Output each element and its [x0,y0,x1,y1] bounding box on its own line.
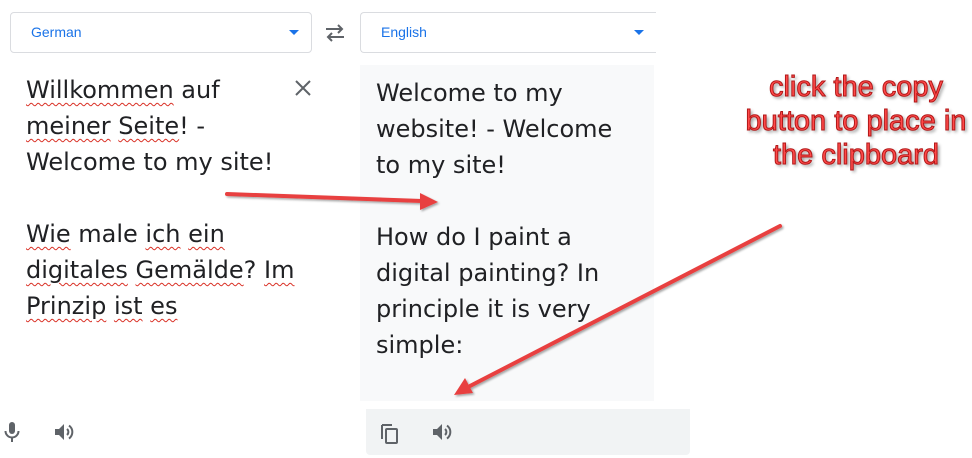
misspelled-word: Wie [26,220,71,248]
clear-source-button[interactable] [293,78,313,98]
speaker-icon [55,424,74,440]
source-text-input[interactable]: Willkommen auf meiner Seite! - Welcome t… [26,72,296,360]
misspelled-word: Prinzip [26,292,107,320]
target-language-label: English [381,24,427,40]
translation-paragraph: Welcome to my website! - Welcome to my s… [376,79,613,179]
source-text-segment: male [70,220,146,248]
target-language-select[interactable]: English [360,12,656,53]
misspelled-word: meiner [26,112,111,140]
chevron-down-icon [289,30,299,35]
chevron-down-icon [634,30,644,35]
misspelled-word: Gemälde [135,256,244,284]
source-text-segment: auf [173,76,220,104]
swap-languages-button[interactable] [322,22,348,44]
voice-input-button[interactable] [0,420,24,444]
source-listen-button[interactable] [52,420,76,444]
close-icon [295,80,311,96]
misspelled-word: Im [264,256,295,284]
misspelled-word: ein [188,220,225,248]
source-text-segment [181,220,189,248]
misspelled-word: Seite [118,112,180,140]
source-paragraph: Willkommen auf meiner Seite! - Welcome t… [26,72,296,180]
translation-toolbar [366,409,690,455]
microphone-icon [4,422,20,442]
speaker-icon [433,424,452,440]
translation-output-panel: Welcome to my website! - Welcome to my s… [360,65,654,401]
translation-listen-button[interactable] [430,420,454,444]
translation-text: Welcome to my website! - Welcome to my s… [376,75,638,399]
translation-paragraph: How do I paint a digital painting? In pr… [376,223,600,359]
misspelled-word: es [150,292,178,320]
source-paragraph: Wie male ich ein digitales Gemälde? Im P… [26,216,296,324]
source-text-segment: ? [243,256,264,284]
translate-page: German English Willkommen auf meiner Sei… [0,0,972,458]
misspelled-word: Willkommen [26,76,174,104]
misspelled-word: digitales [26,256,128,284]
copy-icon [381,424,398,444]
source-language-label: German [31,24,82,40]
source-language-select[interactable]: German [10,12,312,53]
annotation-callout: click the copy button to place in the cl… [745,71,967,172]
source-text-segment [106,292,114,320]
source-text-segment [128,256,136,284]
misspelled-word: ist [113,292,143,320]
copy-translation-button[interactable] [378,421,402,445]
misspelled-word: ich [145,220,181,248]
swap-arrows-icon [326,24,344,42]
